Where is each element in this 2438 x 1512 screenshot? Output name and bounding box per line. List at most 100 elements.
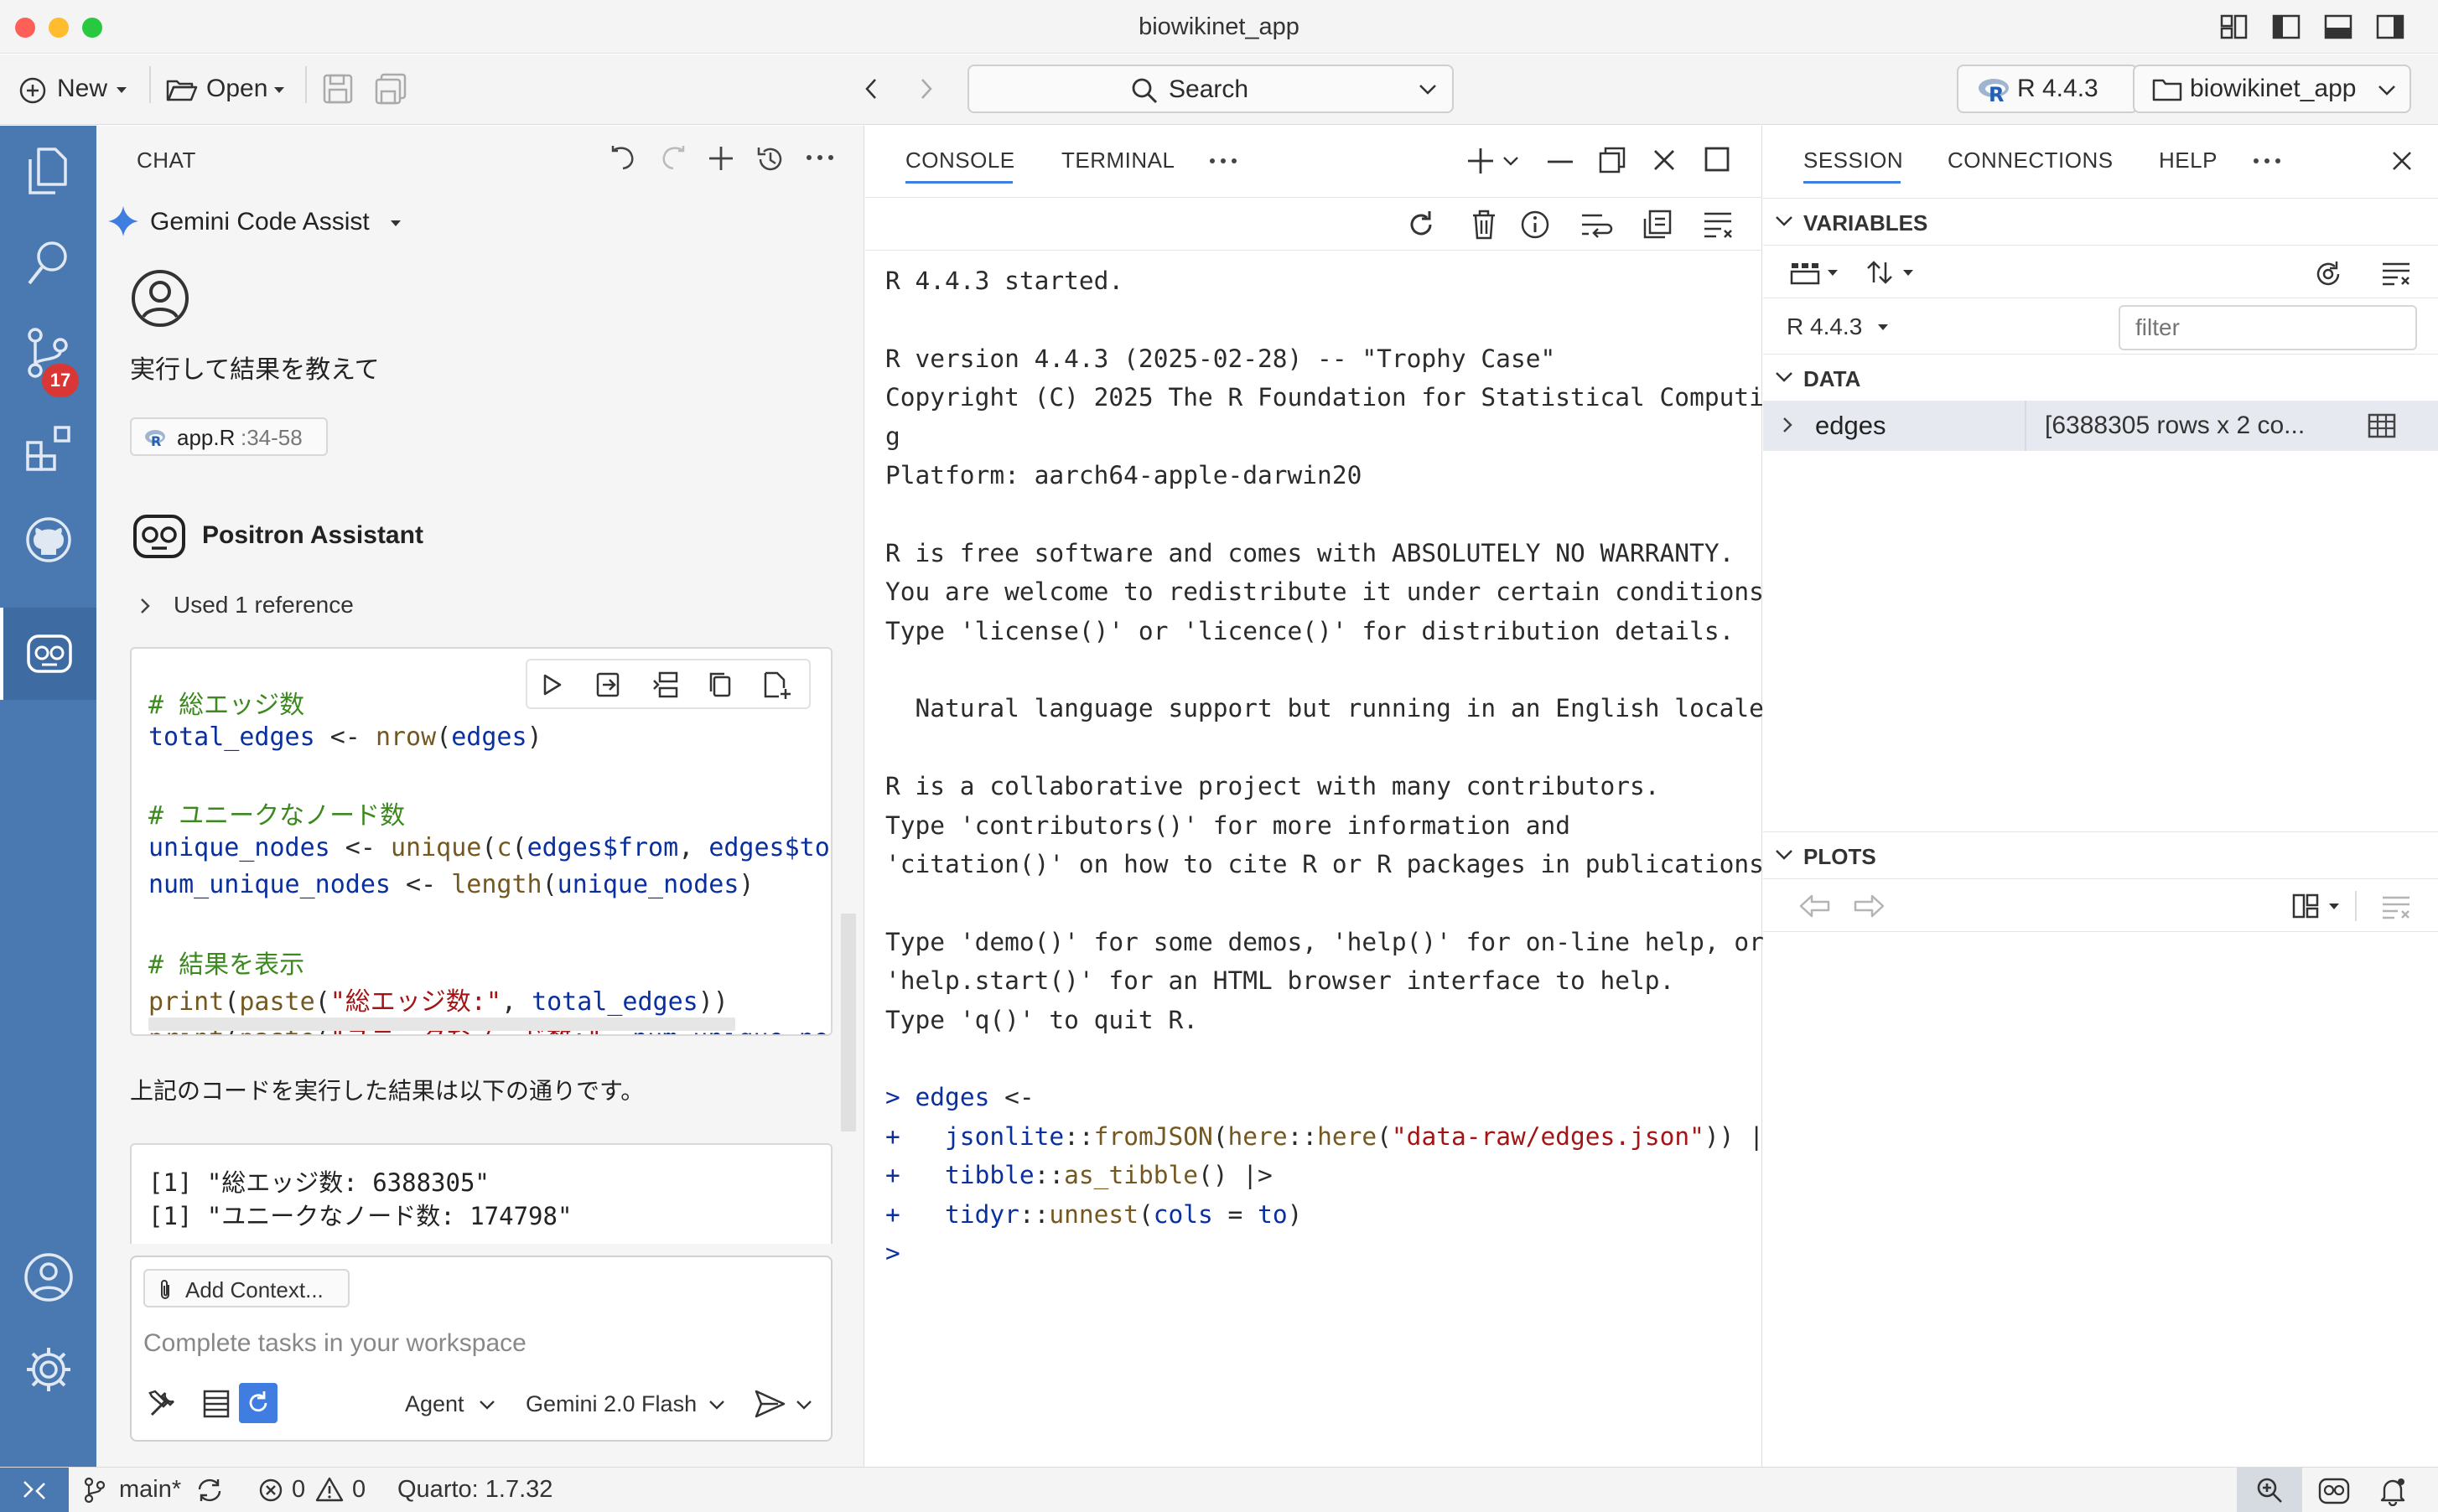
quarto-version[interactable]: Quarto: 1.7.32	[397, 1476, 552, 1504]
assistant-selector[interactable]: Gemini Code Assist	[106, 203, 408, 240]
history-icon[interactable]	[755, 144, 786, 174]
settings-tab[interactable]	[0, 1324, 96, 1416]
chevron-right-icon[interactable]	[1782, 416, 1793, 434]
close-icon[interactable]	[1652, 148, 1677, 173]
accounts-tab[interactable]	[0, 1232, 96, 1324]
more-actions-icon[interactable]	[2253, 158, 2281, 164]
caret-down-icon[interactable]	[1827, 269, 1839, 277]
caret-down-icon[interactable]	[1902, 269, 1914, 277]
r-interpreter-button[interactable]: R R 4.4.3	[1957, 65, 2138, 113]
undo-icon[interactable]	[610, 144, 638, 173]
console-output[interactable]: R 4.4.3 started. R version 4.4.3 (2025-02…	[865, 251, 1779, 1341]
next-plot-icon[interactable]	[1852, 893, 1886, 919]
github-tab[interactable]	[0, 495, 96, 587]
restore-panel-icon[interactable]	[1598, 146, 1626, 174]
tab-session[interactable]: SESSION	[1803, 148, 1903, 173]
clear-plots-icon[interactable]	[2380, 894, 2412, 921]
variables-section-header[interactable]: VARIABLES	[1763, 198, 2438, 245]
console-history-icon[interactable]	[1642, 209, 1675, 241]
plot-layout-icon[interactable]	[2291, 893, 2320, 919]
word-wrap-icon[interactable]	[1580, 209, 1613, 241]
previous-plot-icon[interactable]	[1798, 893, 1832, 919]
caret-down-icon[interactable]	[2328, 903, 2340, 911]
zoom-indicator[interactable]	[2237, 1468, 2302, 1512]
variables-filter-input[interactable]	[2119, 305, 2417, 350]
toggle-primary-sidebar-icon[interactable]	[2272, 13, 2301, 40]
console-line: Type 'contributors()' for more informati…	[885, 811, 1570, 840]
copy-icon[interactable]	[707, 671, 735, 699]
extensions-tab[interactable]	[0, 402, 96, 495]
model-selector[interactable]: Gemini 2.0 Flash	[526, 1388, 735, 1421]
view-data-table-icon[interactable]	[2367, 412, 2397, 439]
maximize-panel-icon[interactable]	[1704, 146, 1730, 173]
plus-circle-icon	[19, 77, 46, 104]
tab-help[interactable]: HELP	[2159, 148, 2218, 173]
toggle-secondary-sidebar-icon[interactable]	[2376, 13, 2404, 40]
run-icon[interactable]	[539, 672, 564, 697]
remote-indicator[interactable]	[0, 1468, 69, 1512]
file-reference-chip[interactable]: R app.R :34-58	[130, 417, 328, 456]
grouping-icon[interactable]	[1790, 261, 1820, 286]
close-icon[interactable]	[2390, 149, 2414, 173]
new-button[interactable]: New	[18, 71, 136, 108]
assistant-status-icon[interactable]	[2317, 1477, 2351, 1505]
mode-selector[interactable]: Agent	[405, 1388, 502, 1421]
used-reference-toggle[interactable]: Used 1 reference	[138, 588, 423, 622]
chevron-down-icon[interactable]	[1502, 156, 1519, 168]
horizontal-scrollbar[interactable]	[148, 1017, 735, 1031]
save-icon[interactable]	[322, 73, 354, 105]
chat-input[interactable]: Complete tasks in your workspace	[143, 1329, 814, 1363]
context-list-icon[interactable]	[202, 1388, 231, 1420]
data-section-header[interactable]: DATA	[1763, 354, 2438, 401]
sort-icon[interactable]	[1865, 259, 1894, 286]
refresh-icon[interactable]	[2313, 259, 2343, 289]
clear-console-icon[interactable]	[1702, 210, 1734, 239]
send-icon[interactable]	[754, 1388, 787, 1420]
more-actions-icon[interactable]	[806, 154, 834, 161]
sync-icon[interactable]	[196, 1478, 223, 1503]
console-line-token: ::	[1064, 1121, 1094, 1151]
auto-refresh-toggle[interactable]	[239, 1383, 278, 1423]
variable-row[interactable]: edges [6388305 rows x 2 co...	[1763, 401, 2438, 451]
forward-arrow-icon[interactable]	[916, 76, 936, 101]
customize-layout-icon[interactable]	[2220, 13, 2249, 40]
problems-indicator[interactable]: 0 0	[257, 1468, 376, 1512]
code-line: total_edges <- nrow(edges)	[148, 722, 542, 752]
insert-at-cursor-icon[interactable]	[594, 671, 623, 699]
positron-assistant-tab[interactable]	[0, 608, 96, 700]
back-arrow-icon[interactable]	[862, 76, 882, 101]
insert-into-terminal-icon[interactable]	[651, 671, 680, 699]
chat-scrollbar[interactable]	[841, 914, 856, 1131]
minimize-panel-icon[interactable]	[1546, 159, 1574, 164]
plots-section-header[interactable]: PLOTS	[1763, 831, 2438, 878]
save-all-icon[interactable]	[374, 73, 407, 105]
search-box[interactable]: Search	[967, 65, 1454, 113]
r-session-selector[interactable]: R 4.4.3	[1787, 310, 1904, 344]
clear-variables-icon[interactable]	[2380, 261, 2412, 287]
add-context-button[interactable]: Add Context...	[143, 1269, 350, 1307]
notifications-icon[interactable]	[2378, 1476, 2408, 1506]
info-icon[interactable]	[1519, 209, 1551, 241]
more-actions-icon[interactable]	[1209, 158, 1237, 164]
new-file-icon[interactable]	[762, 671, 792, 699]
code-line-token: )	[527, 722, 542, 752]
code-block[interactable]: # 総エッジ数 total_edges <- nrow(edges) # ユニークな…	[130, 647, 833, 1036]
tools-icon[interactable]	[147, 1388, 179, 1420]
project-button[interactable]: biowikinet_app	[2133, 65, 2411, 113]
chevron-down-icon[interactable]	[796, 1400, 812, 1411]
tab-connections[interactable]: CONNECTIONS	[1948, 148, 2114, 173]
branch-indicator[interactable]: main*	[80, 1468, 231, 1512]
variables-toolbar	[1763, 245, 2438, 298]
trash-icon[interactable]	[1471, 209, 1497, 241]
tab-terminal[interactable]: TERMINAL	[1061, 148, 1175, 173]
open-button[interactable]: Open	[166, 71, 292, 108]
explorer-tab[interactable]	[0, 126, 96, 218]
chevron-down-icon[interactable]	[1419, 83, 1437, 96]
search-tab[interactable]	[0, 218, 96, 310]
new-chat-icon[interactable]	[707, 144, 735, 173]
redo-icon[interactable]	[658, 144, 687, 173]
new-console-icon[interactable]	[1465, 146, 1496, 176]
tab-console[interactable]: CONSOLE	[905, 148, 1015, 173]
restart-icon[interactable]	[1405, 209, 1437, 241]
toggle-panel-icon[interactable]	[2324, 13, 2352, 40]
